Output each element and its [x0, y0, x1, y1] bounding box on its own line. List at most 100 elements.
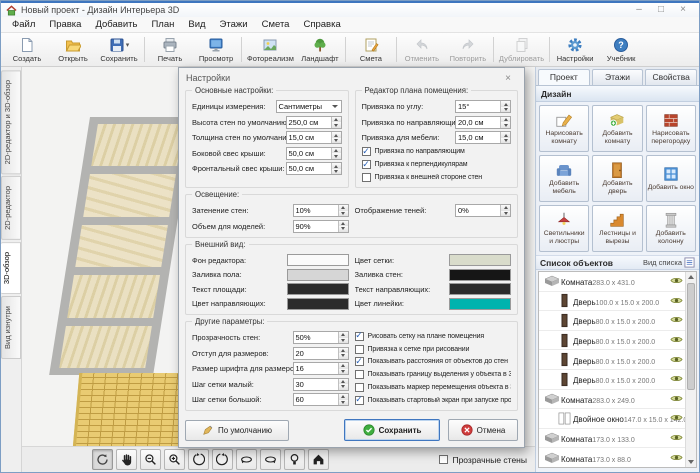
- settings-button[interactable]: Настройки: [552, 34, 598, 65]
- tutorial-button[interactable]: ? Учебник: [598, 34, 644, 65]
- add-column-button[interactable]: Добавить колонну: [646, 205, 696, 252]
- minimize-button[interactable]: –: [628, 3, 650, 17]
- landscape-button[interactable]: Ландшафт: [297, 34, 343, 65]
- guides-text-swatch[interactable]: [449, 283, 511, 295]
- tab-2d-editor[interactable]: 2D-редактор: [1, 176, 21, 240]
- object-row-room[interactable]: Комната283.0 x 431.0: [539, 272, 696, 292]
- visibility-eye-icon[interactable]: [670, 390, 683, 408]
- menu-view[interactable]: Вид: [181, 17, 212, 32]
- spinner[interactable]: [331, 132, 341, 143]
- tab-project[interactable]: Проект: [538, 69, 590, 85]
- menu-floors[interactable]: Этажи: [213, 17, 255, 32]
- menu-help[interactable]: Справка: [296, 17, 347, 32]
- visibility-eye-icon[interactable]: [670, 351, 683, 369]
- add-window-button[interactable]: Добавить окно: [646, 155, 696, 202]
- show-move-marker-check[interactable]: Показывать маркер перемещения объекта в …: [355, 381, 512, 394]
- object-row-door[interactable]: Дверь80.0 x 15.0 x 200.0: [539, 311, 696, 331]
- tab-inside-view[interactable]: Вид изнутри: [1, 296, 21, 359]
- list-view-icon[interactable]: [684, 257, 695, 268]
- visibility-eye-icon[interactable]: [670, 272, 683, 290]
- maximize-button[interactable]: □: [650, 3, 672, 17]
- front-overhang-input[interactable]: 50,0 см: [286, 162, 342, 175]
- snap-outer-wall-check[interactable]: Привязка к внешней стороне стен: [362, 171, 512, 184]
- dialog-cancel-button[interactable]: Отмена: [448, 419, 518, 441]
- home-view-button[interactable]: [308, 449, 329, 470]
- spinner[interactable]: [338, 379, 348, 390]
- grid-step-large-input[interactable]: 60: [293, 393, 349, 406]
- show-selection-border-check[interactable]: Показывать границу выделения у объекта в…: [355, 368, 512, 381]
- editor-bg-swatch[interactable]: [287, 254, 349, 266]
- spinner[interactable]: [338, 394, 348, 405]
- visibility-eye-icon[interactable]: [670, 331, 683, 349]
- spinner[interactable]: [500, 117, 510, 128]
- tab-properties[interactable]: Свойства: [645, 69, 697, 85]
- model-volume-input[interactable]: 90%: [293, 220, 349, 233]
- draw-room-button[interactable]: Нарисовать комнату: [539, 105, 589, 152]
- preview-button[interactable]: Просмотр: [193, 34, 239, 65]
- dialog-save-button[interactable]: Сохранить: [344, 419, 440, 441]
- guides-color-swatch[interactable]: [287, 298, 349, 310]
- object-row-room[interactable]: Комната283.0 x 249.0: [539, 390, 696, 410]
- floor-fill-swatch[interactable]: [287, 269, 349, 281]
- save-button[interactable]: ▾ Сохранить: [96, 34, 142, 65]
- save-dropdown-caret[interactable]: ▾: [126, 41, 130, 49]
- wall-shading-input[interactable]: 10%: [293, 204, 349, 217]
- tab-2d-3d[interactable]: 2D-редактор и 3D-обзор: [1, 70, 21, 174]
- wall-transparency-input[interactable]: 50%: [293, 331, 349, 344]
- menu-estimate[interactable]: Смета: [255, 17, 297, 32]
- spinner[interactable]: [500, 101, 510, 112]
- stairs-button[interactable]: Лестницы и вырезы: [592, 205, 642, 252]
- spinner[interactable]: [500, 132, 510, 143]
- rotate-360-button[interactable]: [92, 449, 113, 470]
- object-row-door[interactable]: Дверь80.0 x 15.0 x 200.0: [539, 350, 696, 370]
- tab-floors[interactable]: Этажи: [592, 69, 644, 85]
- tab-3d-view[interactable]: 3D-обзор: [1, 242, 21, 294]
- visibility-eye-icon[interactable]: [670, 311, 683, 329]
- visibility-eye-icon[interactable]: [670, 449, 683, 467]
- lights-button[interactable]: Светильники и люстры: [539, 205, 589, 252]
- transparent-walls-toggle[interactable]: Прозрачные стены: [439, 455, 527, 465]
- snap-perpendicular-check[interactable]: Привязка к перпендикулярам: [362, 158, 512, 171]
- snap-grid-check[interactable]: Привязка к сетке при рисовании: [355, 343, 512, 356]
- zoom-out-button[interactable]: [140, 449, 161, 470]
- dialog-close-icon[interactable]: ×: [499, 73, 517, 84]
- spinner[interactable]: [338, 221, 348, 232]
- shadows-input[interactable]: 0%: [455, 204, 511, 217]
- guide-snap-input[interactable]: 20,0 см: [455, 116, 511, 129]
- add-furniture-button[interactable]: Добавить мебель: [539, 155, 589, 202]
- object-row-room[interactable]: Комната173.0 x 88.0: [539, 448, 696, 468]
- spinner[interactable]: [331, 117, 341, 128]
- draw-grid-check[interactable]: Рисовать сетку на плане помещения: [355, 330, 512, 343]
- furniture-snap-input[interactable]: 15,0 см: [455, 131, 511, 144]
- visibility-eye-icon[interactable]: [670, 429, 683, 447]
- add-room-button[interactable]: Добавить комнату: [592, 105, 642, 152]
- dimension-offset-input[interactable]: 20: [293, 347, 349, 360]
- visibility-eye-icon[interactable]: [670, 292, 683, 310]
- menu-file[interactable]: Файл: [5, 17, 42, 32]
- scroll-thumb[interactable]: [687, 283, 695, 390]
- object-row-door[interactable]: Дверь100.0 x 15.0 x 200.0: [539, 292, 696, 312]
- snap-guides-check[interactable]: Привязка по направляющим: [362, 146, 512, 159]
- spinner[interactable]: [500, 205, 510, 216]
- defaults-button[interactable]: По умолчанию: [185, 420, 289, 441]
- orbit-left-button[interactable]: [236, 449, 257, 470]
- show-start-screen-check[interactable]: Показывать стартовый экран при запуске п…: [355, 394, 512, 407]
- spinner[interactable]: [331, 163, 341, 174]
- spinner[interactable]: [338, 363, 348, 374]
- objects-scrollbar[interactable]: [685, 272, 696, 467]
- menu-add[interactable]: Добавить: [88, 17, 144, 32]
- scroll-up-arrow[interactable]: [686, 272, 696, 282]
- area-text-swatch[interactable]: [287, 283, 349, 295]
- grid-color-swatch[interactable]: [449, 254, 511, 266]
- estimate-button[interactable]: Смета: [348, 34, 394, 65]
- spinner[interactable]: [338, 348, 348, 359]
- pan-button[interactable]: [116, 449, 137, 470]
- zoom-in-button[interactable]: [164, 449, 185, 470]
- photorealism-button[interactable]: Фотореализм: [244, 34, 297, 65]
- dimension-font-input[interactable]: 16: [293, 362, 349, 375]
- open-button[interactable]: Открыть: [50, 34, 96, 65]
- menu-edit[interactable]: Правка: [42, 17, 88, 32]
- object-row-door[interactable]: Дверь80.0 x 15.0 x 200.0: [539, 331, 696, 351]
- show-distances-check[interactable]: Показывать расстояния от объектов до сте…: [355, 355, 512, 368]
- wall-height-input[interactable]: 250,0 см: [286, 116, 342, 129]
